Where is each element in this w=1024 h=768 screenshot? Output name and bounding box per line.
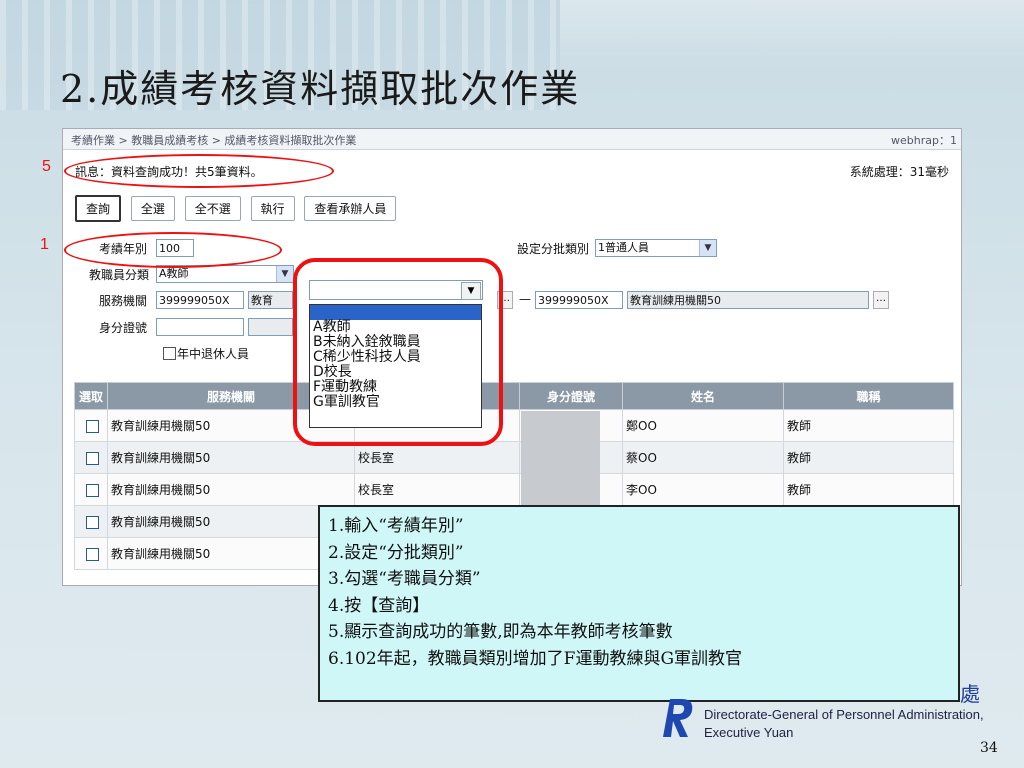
row-checkbox[interactable] <box>85 483 99 497</box>
id-label: 身分證號 <box>98 321 147 335</box>
range-separator: — <box>519 292 531 306</box>
query-button[interactable]: 查詢 <box>75 195 122 222</box>
org-label: 服務機關 <box>98 294 147 308</box>
org-name-field: 教育 <box>248 291 293 309</box>
org-code-input-2[interactable]: 399999050X <box>535 291 623 309</box>
logo-chinese-text: 處 <box>960 682 980 706</box>
deselect-all-button[interactable]: 全不選 <box>184 196 241 221</box>
processing-time: 系統處理：31毫秒 <box>849 165 949 179</box>
table-row[interactable]: 教育訓練用機關50 校長室 ( 李OO 教師 <box>74 473 954 506</box>
instruction-line: 5.顯示查詢成功的筆數,即為本年教師考核筆數 <box>328 622 673 642</box>
title-cell: 教師 <box>783 473 954 506</box>
annotation-number: 5 <box>42 158 51 175</box>
instruction-line: 2.設定“分批類別” <box>328 542 464 563</box>
chevron-down-icon: ▼ <box>699 240 716 256</box>
dgpa-logo-icon <box>663 699 693 737</box>
toolbar: 查詢 全選 全不選 執行 查看承辦人員 <box>75 195 402 222</box>
view-handler-button[interactable]: 查看承辦人員 <box>304 196 397 221</box>
logo-english-line1: Directorate-General of Personnel Adminis… <box>704 707 984 722</box>
table-row[interactable]: 教育訓練用機關50 I 鄭OO 教師 <box>74 409 954 442</box>
retire-checkbox[interactable] <box>163 347 176 360</box>
id-input[interactable] <box>156 318 244 336</box>
page-number: 34 <box>980 740 998 756</box>
unit-cell: 校長室 <box>354 441 520 474</box>
instruction-line: 3.勾選“考職員分類” <box>328 569 481 589</box>
org-name-field-2: 教育訓練用機關50 <box>627 291 869 309</box>
breadcrumb[interactable]: 考績作業 > 教職員成績考核 > 成績考核資料擷取批次作業 <box>71 132 356 148</box>
col-name: 姓名 <box>622 382 784 410</box>
org-cell: 教育訓練用機關50 <box>107 441 355 474</box>
breadcrumb-bar: 考績作業 > 教職員成績考核 > 成績考核資料擷取批次作業 webhrap：1 <box>63 129 961 150</box>
col-id: 身分證號 <box>519 382 623 410</box>
slide-title: 2.成績考核資料擷取批次作業 <box>60 67 581 111</box>
chevron-down-icon: ▼ <box>276 266 293 282</box>
name-cell: 鄭OO <box>622 409 784 442</box>
highlight-frame-dropdown <box>293 258 503 446</box>
highlight-ellipse-year <box>64 232 282 268</box>
name-cell: 李OO <box>622 473 784 506</box>
table-row[interactable]: 教育訓練用機關50 校長室 I 蔡OO 教師 <box>74 441 954 474</box>
annotation-number: 1 <box>40 236 49 253</box>
staff-type-label: 教職員分類 <box>88 268 149 282</box>
select-all-button[interactable]: 全選 <box>130 196 175 221</box>
org-lookup-button-2[interactable]: … <box>873 291 889 309</box>
batch-select-value: 1普通人員 <box>598 241 649 254</box>
staff-type-value: A教師 <box>159 267 189 280</box>
execute-button[interactable]: 執行 <box>250 196 295 221</box>
col-select: 選取 <box>74 382 108 410</box>
user-label: webhrap：1 <box>891 134 957 147</box>
instruction-line: 6.102年起，教職員類別增加了F運動教練與G軍訓教官 <box>328 648 743 669</box>
col-title: 職稱 <box>783 382 954 410</box>
instruction-line: 1.輸入“考績年別” <box>328 516 464 536</box>
highlight-ellipse-message <box>64 154 334 188</box>
instruction-box: 1.輸入“考績年別” 2.設定“分批類別” 3.勾選“考職員分類” 4.按【查詢… <box>318 505 960 702</box>
unit-cell: 校長室 <box>354 473 520 506</box>
title-cell: 教師 <box>783 409 954 442</box>
row-checkbox[interactable] <box>85 451 99 465</box>
instruction-line: 4.按【查詢】 <box>328 595 430 616</box>
logo-english-line2: Executive Yuan <box>704 725 794 740</box>
batch-label: 設定分批類別 <box>516 242 589 256</box>
name-cell: 蔡OO <box>622 441 784 474</box>
retire-label: 年中退休人員 <box>177 347 250 361</box>
title-cell: 教師 <box>783 441 954 474</box>
row-checkbox[interactable] <box>85 419 99 433</box>
background-sky <box>560 0 1024 70</box>
id-redaction-mask <box>521 411 600 507</box>
org-cell: 教育訓練用機關50 <box>107 473 355 506</box>
row-checkbox[interactable] <box>85 547 99 561</box>
row-checkbox[interactable] <box>85 515 99 529</box>
id-extra-field <box>248 318 293 336</box>
batch-select[interactable]: 1普通人員 ▼ <box>595 239 717 257</box>
org-code-input[interactable]: 399999050X <box>156 291 244 309</box>
